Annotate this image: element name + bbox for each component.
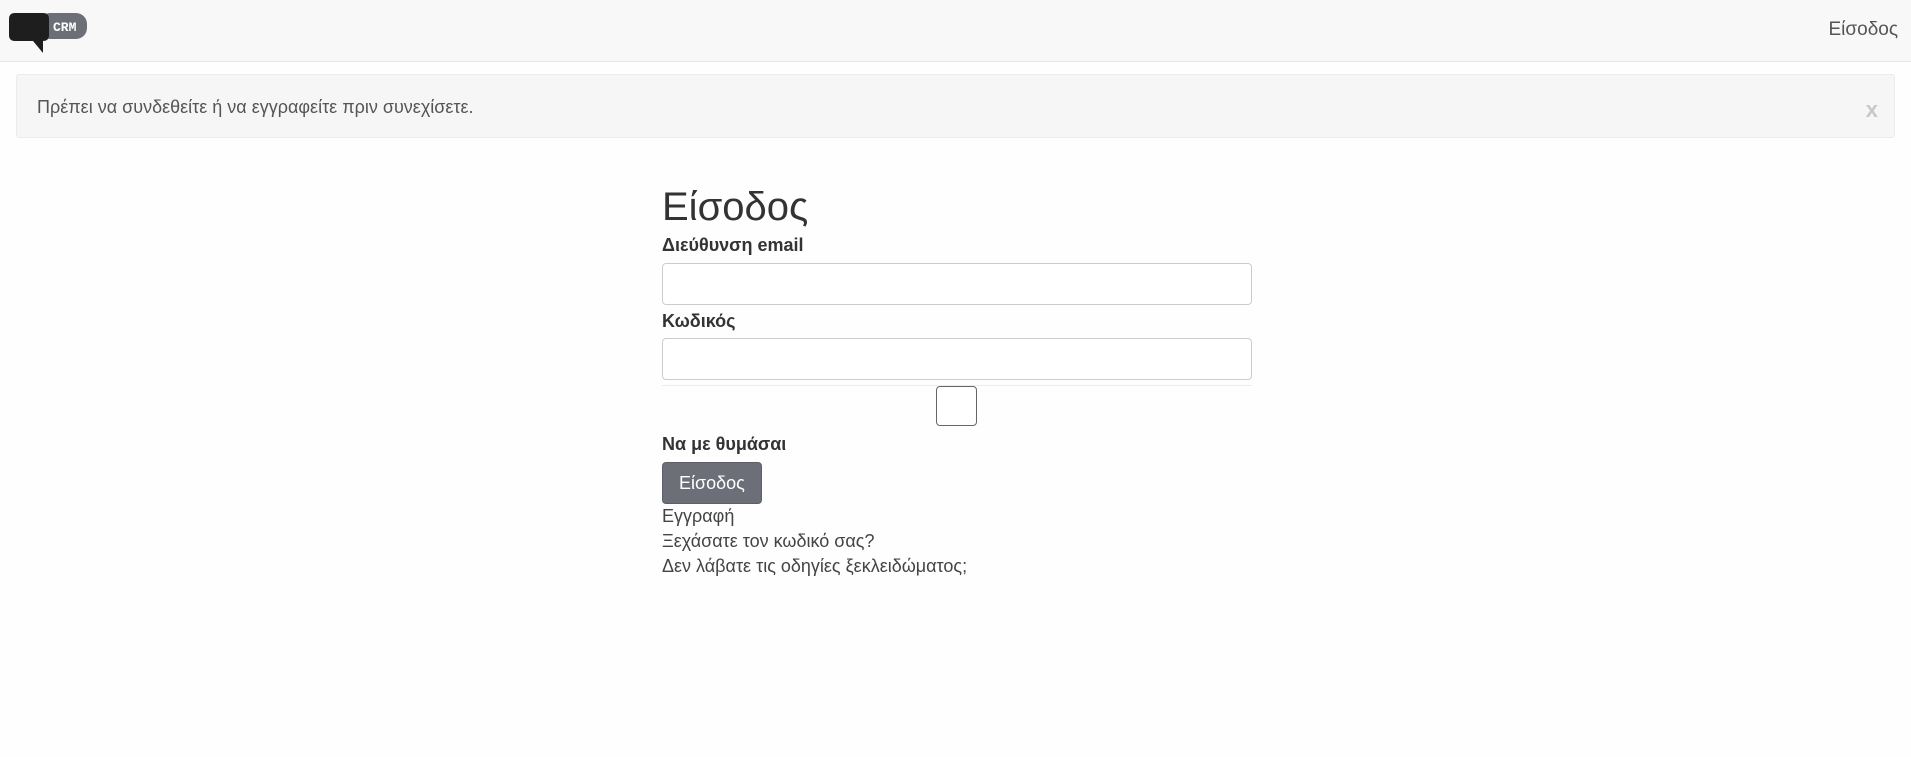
crm-logo[interactable]: CRM [9, 11, 89, 55]
login-submit-button[interactable]: Είσοδος [662, 462, 762, 504]
email-label: Διεύθυνση email [662, 235, 804, 255]
login-form: Είσοδος Διεύθυνση email Κωδικός Να με θυ… [662, 184, 1252, 579]
alert-close-button[interactable]: x [1866, 97, 1878, 123]
alert-message-box: Πρέπει να συνδεθείτε ή να εγγραφείτε πρι… [16, 74, 1895, 138]
password-field[interactable] [662, 338, 1252, 380]
forgot-password-link[interactable]: Ξεχάσατε τον κωδικό σας? [662, 529, 1252, 554]
page-title: Είσοδος [662, 185, 809, 229]
nav-login-link[interactable]: Είσοδος [1829, 19, 1899, 41]
remember-me-checkbox[interactable] [936, 386, 977, 426]
unlock-instructions-link[interactable]: Δεν λάβατε τις οδηγίες ξεκλειδώματος; [662, 554, 1252, 579]
remember-me-label: Να με θυμάσαι [662, 434, 787, 454]
email-field[interactable] [662, 263, 1252, 305]
logo-text: CRM [53, 20, 77, 35]
alert-text: Πρέπει να συνδεθείτε ή να εγγραφείτε πρι… [37, 97, 474, 117]
register-link[interactable]: Εγγραφή [662, 504, 1252, 529]
speech-bubble-icon [9, 13, 49, 53]
remember-me-row [662, 385, 1252, 429]
password-label: Κωδικός [662, 311, 736, 331]
top-navbar: CRM Είσοδος [0, 0, 1911, 62]
